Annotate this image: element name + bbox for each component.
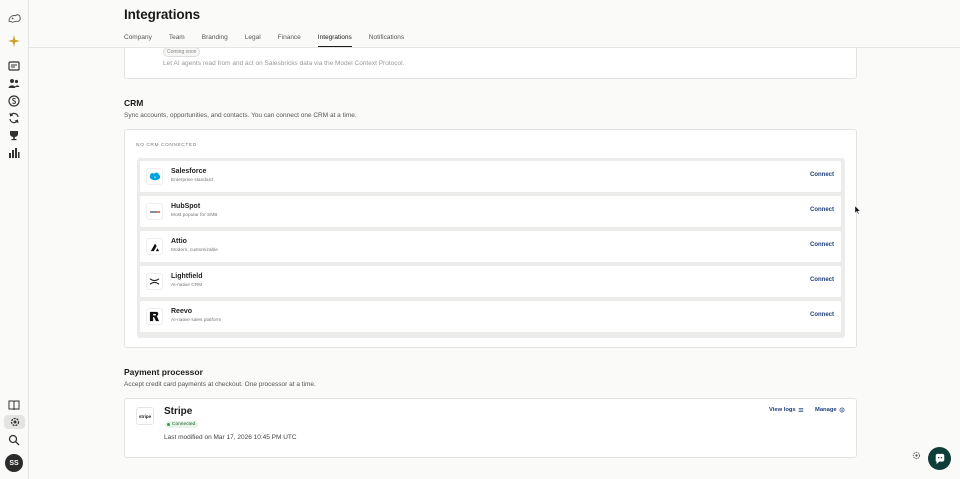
crm-name: HubSpot — [171, 203, 201, 210]
stripe-logo-icon: stripe — [136, 407, 154, 425]
crm-row-hubspot: HubSpot Most popular for SMB Connect — [140, 196, 841, 227]
view-logs-button[interactable]: View logs — [769, 407, 804, 413]
settings-tabs-overlay: Company Team Branding Legal Finance Inte… — [124, 32, 421, 47]
connect-salesforce-button[interactable]: Connect — [810, 172, 834, 178]
status-dot-icon — [167, 423, 170, 426]
bar-chart-icon[interactable] — [7, 146, 21, 160]
crm-subtitle: Enterprise standard — [171, 178, 213, 183]
connect-attio-button[interactable]: Connect — [810, 242, 834, 248]
connect-reevo-button[interactable]: Connect — [810, 312, 834, 318]
crm-subtitle: AI-native CRM — [171, 283, 203, 288]
view-logs-label: View logs — [769, 407, 796, 413]
sidebar: SS — [0, 0, 29, 479]
main-content: Integrations Company Team Branding Legal… — [29, 0, 960, 479]
chat-widget-button[interactable] — [928, 447, 951, 470]
tabs-divider-overlay — [29, 47, 960, 48]
lightfield-logo-icon — [146, 273, 163, 290]
manage-label: Manage — [815, 407, 837, 413]
sparkle-icon[interactable] — [7, 34, 21, 48]
tab-legal[interactable]: Legal — [245, 32, 261, 47]
crm-section-description: Sync accounts, opportunities, and contac… — [124, 112, 357, 119]
svg-text:sf: sf — [154, 176, 156, 179]
last-modified-text: Last modified on Mar 17, 2026 10:45 PM U… — [164, 434, 297, 441]
mcp-description: Let AI agents read from and act on Sales… — [163, 60, 405, 67]
crm-name: Attio — [171, 238, 187, 245]
reevo-logo-icon — [146, 308, 163, 325]
trophy-icon[interactable] — [7, 128, 21, 142]
attio-logo-icon — [146, 238, 163, 255]
chat-icon — [935, 453, 944, 464]
crm-provider-list: sf Salesforce Enterprise standard Connec… — [137, 158, 845, 338]
payment-section-title: Payment processor — [124, 367, 203, 377]
search-icon[interactable] — [7, 433, 21, 447]
crm-subtitle: Modern, customizable — [171, 248, 218, 253]
dollar-icon[interactable] — [7, 94, 21, 108]
tab-team[interactable]: Team — [169, 32, 185, 47]
crm-subtitle: Most popular for SMB — [171, 213, 218, 218]
tab-finance[interactable]: Finance — [278, 32, 301, 47]
coming-soon-badge: Coming soon — [163, 47, 201, 57]
floating-settings-icon[interactable] — [912, 451, 921, 460]
settings-icon[interactable] — [4, 415, 25, 429]
salesforce-logo-icon: sf — [146, 168, 163, 185]
tab-integrations[interactable]: Integrations — [317, 32, 352, 47]
crm-subtitle: AI-native sales platform — [171, 318, 222, 323]
crm-status-label: NO CRM CONNECTED — [136, 143, 197, 148]
book-icon[interactable] — [7, 398, 21, 412]
payment-section-description: Accept credit card payments at checkout.… — [124, 381, 316, 388]
crm-row-lightfield: Lightfield AI-native CRM Connect — [140, 266, 841, 297]
logo-icon[interactable] — [6, 11, 22, 25]
crm-name: Reevo — [171, 308, 193, 315]
gear-icon — [839, 407, 845, 413]
crm-section-title: CRM — [124, 98, 144, 108]
crm-row-salesforce: sf Salesforce Enterprise standard Connec… — [140, 161, 841, 192]
crm-row-attio: Attio Modern, customizable Connect — [140, 231, 841, 262]
manage-button[interactable]: Manage — [815, 407, 845, 413]
connected-status-badge: Connected — [165, 421, 199, 428]
tab-company[interactable]: Company — [124, 32, 152, 47]
stripe-name: Stripe — [164, 406, 193, 417]
hubspot-logo-icon — [146, 203, 163, 220]
tab-branding[interactable]: Branding — [202, 32, 228, 47]
mouse-cursor-icon — [855, 206, 861, 214]
crm-name: Lightfield — [171, 273, 203, 280]
page-title-overlay: Integrations — [124, 7, 201, 22]
stripe-card: stripe Stripe Connected Last modified on… — [124, 398, 857, 458]
inbox-icon[interactable] — [7, 59, 21, 73]
refresh-icon[interactable] — [7, 111, 21, 125]
status-text: Connected — [172, 422, 196, 427]
connect-lightfield-button[interactable]: Connect — [810, 277, 834, 283]
crm-name: Salesforce — [171, 168, 207, 175]
crm-row-reevo: Reevo AI-native sales platform Connect — [140, 301, 841, 332]
connect-hubspot-button[interactable]: Connect — [810, 207, 834, 213]
list-icon — [798, 408, 803, 412]
users-icon[interactable] — [7, 76, 21, 90]
tab-notifications[interactable]: Notifications — [369, 32, 404, 47]
crm-card: NO CRM CONNECTED sf Salesforce Enterpris… — [124, 129, 857, 348]
avatar[interactable]: SS — [5, 454, 23, 472]
